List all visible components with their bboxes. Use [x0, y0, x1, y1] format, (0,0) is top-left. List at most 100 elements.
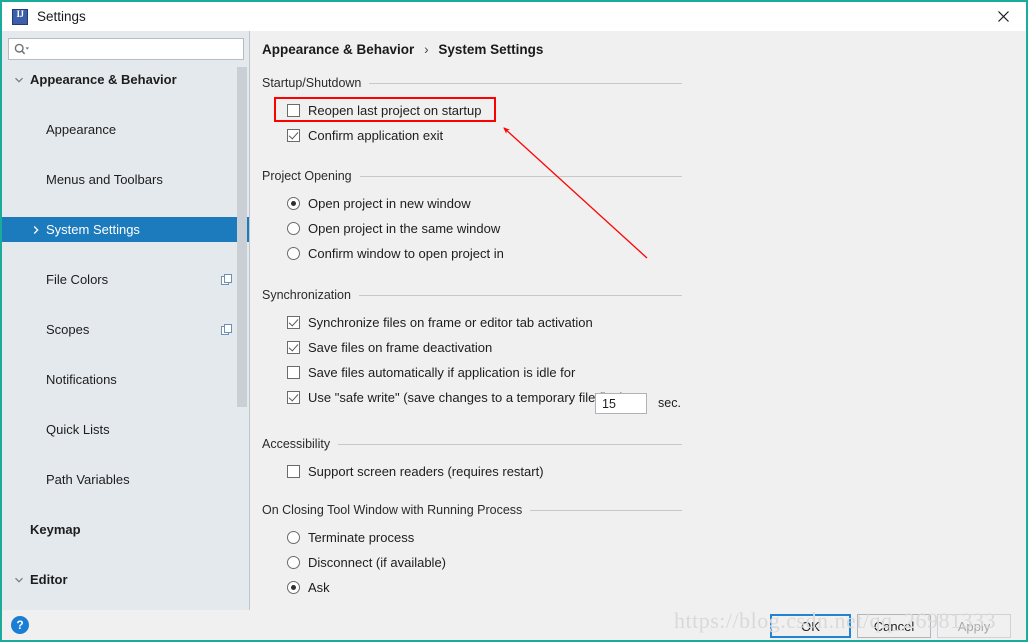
sidebar-item-label: Appearance & Behavior — [30, 72, 177, 87]
group-title: On Closing Tool Window with Running Proc… — [262, 501, 682, 519]
option-label: Disconnect (if available) — [308, 555, 447, 570]
checkbox-unchecked-icon[interactable] — [287, 465, 300, 478]
checkbox-control[interactable] — [287, 465, 300, 478]
group-title-text: Startup/Shutdown — [262, 76, 362, 90]
checkbox-checked-icon[interactable] — [287, 316, 300, 329]
chevron-right-icon[interactable] — [29, 223, 43, 237]
option-label: Support screen readers (requires restart… — [308, 464, 544, 479]
sidebar-scrollbar-thumb[interactable] — [237, 67, 247, 407]
settings-dialog-window: Settings Appearance & BehaviorAppearance… — [0, 0, 1028, 642]
checkbox-control[interactable] — [287, 316, 300, 329]
close-icon[interactable] — [980, 2, 1026, 31]
checkbox-checked-icon[interactable] — [287, 391, 300, 404]
radio-control[interactable] — [287, 197, 300, 210]
sidebar-item-keymap[interactable]: Keymap — [2, 517, 250, 542]
sidebar-item-label: Editor — [30, 572, 68, 587]
radio-row[interactable]: Disconnect (if available) — [287, 550, 682, 575]
radio-selected-icon[interactable] — [287, 581, 300, 594]
checkbox-row[interactable]: Save files on frame deactivation — [287, 335, 682, 360]
sidebar-item-file-colors[interactable]: File Colors — [2, 267, 250, 292]
settings-group: Synchronization Synchronize files on fram… — [262, 286, 682, 410]
checkbox-unchecked-icon[interactable] — [287, 104, 300, 117]
settings-content-panel: Appearance & Behavior › System Settings … — [250, 31, 1026, 610]
group-divider — [338, 443, 682, 445]
checkbox-row[interactable]: Reopen last project on startup — [287, 98, 682, 123]
cancel-button[interactable]: Cancel — [857, 614, 931, 638]
radio-selected-icon[interactable] — [287, 197, 300, 210]
option-label: Confirm window to open project in — [308, 246, 504, 261]
search-icon — [14, 43, 29, 56]
checkbox-row[interactable]: Save files automatically if application … — [287, 360, 682, 385]
breadcrumb-current: System Settings — [438, 42, 544, 57]
checkbox-control[interactable] — [287, 341, 300, 354]
group-title-text: Project Opening — [262, 169, 352, 183]
checkbox-row[interactable]: Confirm application exit — [287, 123, 682, 148]
apply-button: Apply — [937, 614, 1011, 638]
radio-control[interactable] — [287, 556, 300, 569]
sidebar-item-notifications[interactable]: Notifications — [2, 367, 250, 392]
sidebar-item-appearance-behavior[interactable]: Appearance & Behavior — [2, 67, 250, 92]
checkbox-checked-icon[interactable] — [287, 129, 300, 142]
breadcrumb-parent[interactable]: Appearance & Behavior — [262, 42, 414, 57]
option-label: Confirm application exit — [308, 128, 444, 143]
dialog-button-bar: ? OK Cancel Apply — [2, 610, 1026, 640]
ok-button[interactable]: OK — [770, 614, 851, 638]
sidebar-item-menus-and-toolbars[interactable]: Menus and Toolbars — [2, 167, 250, 192]
option-label: Synchronize files on frame or editor tab… — [308, 315, 593, 330]
help-icon[interactable]: ? — [11, 616, 29, 634]
radio-row[interactable]: Open project in the same window — [287, 216, 682, 241]
copy-settings-icon[interactable] — [221, 273, 233, 286]
radio-unselected-icon[interactable] — [287, 247, 300, 260]
checkbox-control[interactable] — [287, 104, 300, 117]
sidebar-item-editor[interactable]: Editor — [2, 567, 250, 592]
sidebar-item-system-settings[interactable]: System Settings — [2, 217, 250, 242]
radio-row[interactable]: Open project in new window — [287, 191, 682, 216]
checkbox-control[interactable] — [287, 391, 300, 404]
radio-unselected-icon[interactable] — [287, 531, 300, 544]
settings-sidebar: Appearance & Behavior Appearance Menus and… — [2, 31, 250, 610]
radio-unselected-icon[interactable] — [287, 222, 300, 235]
settings-group: Startup/Shutdown Reopen last project on s… — [262, 74, 682, 148]
breadcrumb-separator: › — [424, 42, 429, 57]
copy-settings-icon[interactable] — [221, 323, 233, 336]
checkbox-row[interactable]: Support screen readers (requires restart… — [287, 459, 682, 484]
sidebar-item-scopes[interactable]: Scopes — [2, 317, 250, 342]
group-divider — [369, 82, 682, 84]
checkbox-unchecked-icon[interactable] — [287, 366, 300, 379]
chevron-down-icon[interactable] — [12, 73, 26, 87]
radio-control[interactable] — [287, 222, 300, 235]
title-bar: Settings — [2, 2, 1026, 31]
radio-row[interactable]: Ask — [287, 575, 682, 600]
settings-tree: Appearance & Behavior Appearance Menus and… — [2, 67, 250, 610]
sidebar-item-label: Quick Lists — [46, 422, 110, 437]
checkbox-row[interactable]: Synchronize files on frame or editor tab… — [287, 310, 682, 335]
sidebar-item-label: Notifications — [46, 372, 117, 387]
settings-group: On Closing Tool Window with Running Proc… — [262, 501, 682, 600]
option-label: Reopen last project on startup — [308, 103, 482, 118]
radio-control[interactable] — [287, 247, 300, 260]
sidebar-item-path-variables[interactable]: Path Variables — [2, 467, 250, 492]
search-input[interactable] — [33, 41, 228, 57]
search-box[interactable] — [8, 38, 244, 60]
sidebar-item-quick-lists[interactable]: Quick Lists — [2, 417, 250, 442]
sidebar-item-appearance[interactable]: Appearance — [2, 117, 250, 142]
sidebar-item-label: Path Variables — [46, 472, 130, 487]
intellij-idea-icon — [12, 8, 28, 25]
checkbox-checked-icon[interactable] — [287, 341, 300, 354]
chevron-down-icon[interactable] — [12, 573, 26, 587]
radio-row[interactable]: Confirm window to open project in — [287, 241, 682, 266]
option-label: Terminate process — [308, 530, 415, 545]
help-icon-glyph: ? — [16, 618, 24, 632]
radio-control[interactable] — [287, 581, 300, 594]
idle-timeout-input[interactable] — [595, 393, 647, 414]
sidebar-item-label: Menus and Toolbars — [46, 172, 163, 187]
group-title-text: On Closing Tool Window with Running Proc… — [262, 503, 523, 517]
option-label: Open project in the same window — [308, 221, 501, 236]
radio-unselected-icon[interactable] — [287, 556, 300, 569]
group-title-text: Accessibility — [262, 437, 331, 451]
radio-row[interactable]: Terminate process — [287, 525, 682, 550]
radio-control[interactable] — [287, 531, 300, 544]
checkbox-control[interactable] — [287, 366, 300, 379]
checkbox-control[interactable] — [287, 129, 300, 142]
idle-timeout-unit-label: sec. — [658, 396, 681, 410]
